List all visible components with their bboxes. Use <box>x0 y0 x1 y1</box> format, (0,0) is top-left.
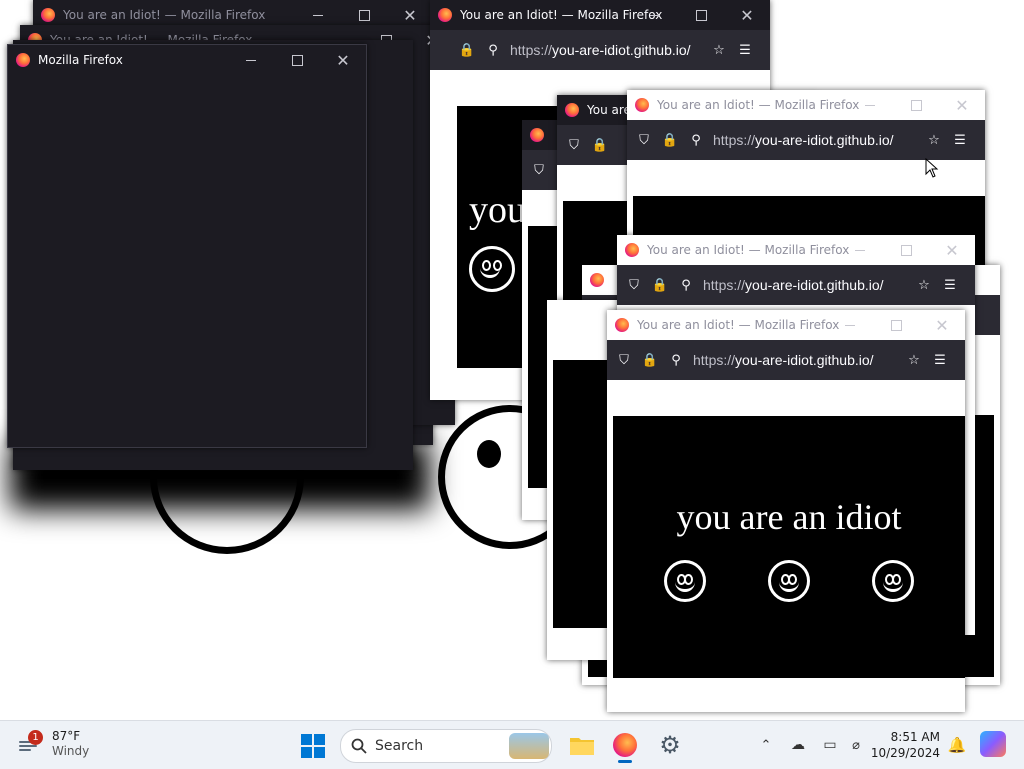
partial-headline: you <box>469 189 526 231</box>
minimize-button[interactable] <box>847 90 893 120</box>
windows-logo-icon <box>301 734 325 758</box>
firefox-logo-icon <box>590 273 604 287</box>
search-placeholder: Search <box>375 738 424 754</box>
minimize-button[interactable] <box>632 0 678 30</box>
file-explorer-button[interactable] <box>568 731 596 759</box>
lock-icon[interactable]: 🔒 <box>591 136 609 154</box>
display-icon[interactable]: ▭ <box>820 735 840 755</box>
shield-icon[interactable]: ⛉ <box>635 131 653 149</box>
system-clock[interactable]: 8:51 AM 10/29/2024 <box>871 729 940 761</box>
menu-icon[interactable]: ☰ <box>951 131 969 149</box>
search-icon <box>351 738 367 754</box>
minimize-button[interactable] <box>827 310 873 340</box>
firefox-window-front[interactable]: You are an Idiot! — Mozilla Firefox ✕ ⛉ … <box>607 310 965 712</box>
permissions-icon[interactable]: ⚲ <box>484 41 502 59</box>
minimize-button[interactable] <box>228 45 274 75</box>
firefox-logo-icon <box>438 8 452 22</box>
menu-icon[interactable]: ☰ <box>736 41 754 59</box>
url-bar[interactable]: https://you-are-idiot.github.io/ <box>703 277 915 293</box>
lock-icon[interactable]: 🔒 <box>458 41 476 59</box>
firefox-logo-icon <box>565 103 579 117</box>
menu-icon[interactable]: ☰ <box>941 276 959 294</box>
maximize-button[interactable] <box>873 310 919 340</box>
permissions-icon[interactable]: ⚲ <box>677 276 695 294</box>
maximize-button[interactable] <box>274 45 320 75</box>
menu-icon[interactable]: ☰ <box>931 351 949 369</box>
firefox-logo-icon <box>615 318 629 332</box>
bookmark-star-icon[interactable]: ☆ <box>915 276 933 294</box>
gear-icon: ⚙ <box>659 731 681 759</box>
bookmark-star-icon[interactable]: ☆ <box>905 351 923 369</box>
taskbar: 1 87°F Windy Search ⚙ ⌃ ☁ ▭ ⌀ 8:51 AM 10/… <box>0 720 1024 769</box>
maximize-button[interactable] <box>678 0 724 30</box>
minimize-button[interactable] <box>837 235 883 265</box>
wind-icon: 1 <box>18 730 43 754</box>
smiley-icon <box>664 560 706 602</box>
settings-taskbar-button[interactable]: ⚙ <box>656 731 684 759</box>
start-button[interactable] <box>300 733 326 759</box>
shield-icon[interactable]: ⛉ <box>625 276 643 294</box>
lock-icon[interactable]: 🔒 <box>651 276 669 294</box>
onedrive-icon[interactable]: ☁ <box>788 735 808 755</box>
close-button[interactable]: ✕ <box>929 235 975 265</box>
firefox-window-front-left[interactable]: Mozilla Firefox ✕ <box>7 44 367 448</box>
firefox-logo-icon <box>613 733 637 757</box>
taskbar-search[interactable]: Search <box>340 729 552 763</box>
url-bar[interactable]: https://you-are-idiot.github.io/ <box>693 352 905 368</box>
firefox-logo-icon <box>41 8 55 22</box>
firefox-logo-icon <box>16 53 30 67</box>
close-button[interactable]: ✕ <box>320 45 366 75</box>
maximize-button[interactable] <box>883 235 929 265</box>
notification-bell-icon[interactable]: 🔔 <box>948 735 967 755</box>
maximize-button[interactable] <box>893 90 939 120</box>
network-icon[interactable]: ⌀ <box>846 735 866 755</box>
close-button[interactable]: ✕ <box>939 90 985 120</box>
lock-icon[interactable]: 🔒 <box>641 351 659 369</box>
firefox-logo-icon <box>625 243 639 257</box>
permissions-icon[interactable]: ⚲ <box>687 131 705 149</box>
bookmark-star-icon[interactable]: ☆ <box>710 41 728 59</box>
idiot-headline: you are an idiot <box>676 497 902 537</box>
smiley-icon <box>872 560 914 602</box>
active-indicator <box>618 760 632 763</box>
clock-date: 10/29/2024 <box>870 746 940 760</box>
copilot-icon[interactable] <box>980 731 1006 757</box>
permissions-icon[interactable]: ⚲ <box>667 351 685 369</box>
mouse-cursor-icon <box>925 158 939 178</box>
weather-widget[interactable]: 1 87°F Windy <box>18 729 89 759</box>
bookmark-star-icon[interactable]: ☆ <box>925 131 943 149</box>
weather-desc: Windy <box>52 744 90 758</box>
large-smiley-eye <box>477 440 501 468</box>
lock-icon[interactable]: 🔒 <box>661 131 679 149</box>
close-button[interactable]: ✕ <box>724 0 770 30</box>
folder-icon <box>570 738 594 755</box>
firefox-taskbar-button[interactable] <box>610 729 640 763</box>
shield-icon[interactable]: ⛉ <box>615 351 633 369</box>
shield-icon[interactable]: ⛉ <box>565 136 583 154</box>
clock-time: 8:51 AM <box>890 730 940 744</box>
smiley-icon <box>768 560 810 602</box>
shield-icon[interactable]: ⛉ <box>530 161 548 179</box>
close-button[interactable]: ✕ <box>919 310 965 340</box>
firefox-logo-icon <box>530 128 544 142</box>
smiley-row <box>664 560 914 602</box>
page-content: you are an idiot <box>613 416 965 678</box>
search-highlight-icon <box>509 733 549 759</box>
weather-temp: 87°F <box>52 729 81 743</box>
url-bar[interactable]: https://you-are-idiot.github.io/ <box>510 42 710 58</box>
notification-badge: 1 <box>28 730 43 745</box>
smiley-icon <box>469 246 515 292</box>
show-hidden-icons-button[interactable]: ⌃ <box>758 735 774 755</box>
url-bar[interactable]: https://you-are-idiot.github.io/ <box>713 132 925 148</box>
firefox-logo-icon <box>635 98 649 112</box>
